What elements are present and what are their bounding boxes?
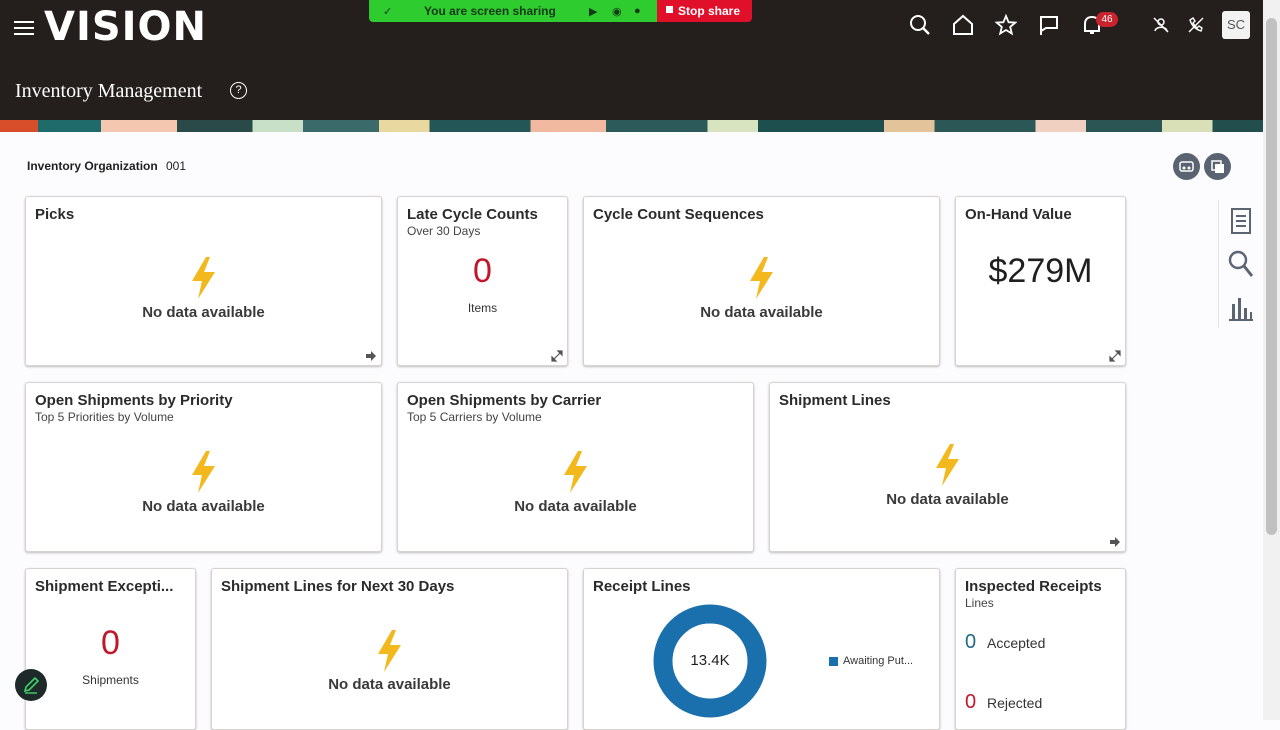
metric-value: 0 xyxy=(101,624,120,662)
accepted-value[interactable]: 0 xyxy=(965,631,976,654)
lightning-icon xyxy=(750,257,773,299)
org-value[interactable]: 001 xyxy=(166,159,186,173)
share-message: You are screen sharing xyxy=(424,4,556,18)
card-title: Open Shipments by Priority xyxy=(35,392,233,409)
screen-share-bar: ✓ You are screen sharing ▶ ◉ ● xyxy=(369,0,657,22)
star-icon[interactable] xyxy=(995,14,1017,36)
no-data-text: No data available xyxy=(886,491,1009,508)
legend-label[interactable]: Awaiting Put... xyxy=(843,655,913,667)
lightning-icon xyxy=(378,630,401,672)
metric-caption: Items xyxy=(467,301,498,315)
late-cycle-counts-card[interactable]: Late Cycle Counts Over 30 Days 0 Items xyxy=(397,196,568,366)
search-panel-icon[interactable] xyxy=(1223,246,1259,282)
card-title: Cycle Count Sequences xyxy=(593,206,764,223)
cycle-count-sequences-card[interactable]: Cycle Count Sequences No data available xyxy=(583,196,940,366)
on-hand-value-card[interactable]: On-Hand Value $279M xyxy=(955,196,1126,366)
shield-icon[interactable]: ● xyxy=(634,5,641,17)
card-subtitle: Lines xyxy=(965,596,994,610)
no-data-text: No data available xyxy=(514,498,637,515)
speaker-icon[interactable]: ▶ xyxy=(589,5,597,18)
card-subtitle: Top 5 Priorities by Volume xyxy=(35,410,174,424)
copy-button[interactable] xyxy=(1204,153,1231,180)
lightning-icon xyxy=(192,257,215,299)
open-shipments-carrier-card[interactable]: Open Shipments by Carrier Top 5 Carriers… xyxy=(397,382,754,552)
metric-caption: Shipments xyxy=(82,673,139,687)
phone-off-icon[interactable] xyxy=(1187,16,1205,34)
menu-icon[interactable] xyxy=(14,18,34,36)
lightning-icon xyxy=(564,451,587,493)
card-title: Receipt Lines xyxy=(593,578,691,595)
no-data-text: No data available xyxy=(700,304,823,321)
expand-icon[interactable] xyxy=(1109,350,1121,362)
share-status-icon: ✓ xyxy=(383,6,393,18)
stop-square-icon xyxy=(666,6,673,13)
card-title: Shipment Lines xyxy=(779,392,891,409)
metric-value: $279M xyxy=(988,252,1093,290)
receipt-lines-card[interactable]: Receipt Lines 13.4K Awaiting Put... xyxy=(583,568,940,730)
open-shipments-priority-card[interactable]: Open Shipments by Priority Top 5 Priorit… xyxy=(25,382,382,552)
rejected-value[interactable]: 0 xyxy=(965,691,976,714)
card-title: On-Hand Value xyxy=(965,206,1072,223)
rejected-label: Rejected xyxy=(987,695,1043,711)
accepted-label: Accepted xyxy=(987,635,1046,651)
home-icon[interactable] xyxy=(952,14,974,36)
no-data-text: No data available xyxy=(142,498,265,515)
refresh-button[interactable] xyxy=(1173,153,1200,180)
help-icon[interactable]: ? xyxy=(230,82,247,99)
arrow-right-icon[interactable] xyxy=(1109,536,1121,548)
card-title: Picks xyxy=(35,206,75,223)
app-logo[interactable]: VISION xyxy=(44,4,207,50)
donut-center-label: 13.4K xyxy=(690,652,730,669)
edit-icon xyxy=(23,676,40,694)
search-icon[interactable] xyxy=(909,14,931,36)
shipment-lines-card[interactable]: Shipment Lines No data available xyxy=(769,382,1126,552)
legend-swatch xyxy=(829,657,838,666)
expand-icon[interactable] xyxy=(551,350,563,362)
org-label: Inventory Organization xyxy=(27,159,158,173)
card-title: Inspected Receipts xyxy=(965,578,1102,595)
shipment-exceptions-card[interactable]: Shipment Excepti... 0 Shipments xyxy=(25,568,196,730)
lightning-icon xyxy=(936,444,959,486)
page-title: Inventory Management xyxy=(15,80,203,102)
page-scrollbar-thumb[interactable] xyxy=(1266,18,1277,535)
no-data-text: No data available xyxy=(142,304,265,321)
card-subtitle: Over 30 Days xyxy=(407,224,481,238)
no-data-text: No data available xyxy=(328,676,451,693)
card-subtitle: Top 5 Carriers by Volume xyxy=(407,410,542,424)
picks-card[interactable]: Picks No data available xyxy=(25,196,382,366)
user-avatar[interactable]: SC xyxy=(1222,11,1250,39)
report-icon[interactable] xyxy=(1223,203,1259,239)
copy-icon xyxy=(1211,160,1224,173)
chart-icon[interactable] xyxy=(1223,290,1259,326)
notification-badge: 46 xyxy=(1096,12,1118,27)
card-title: Late Cycle Counts xyxy=(407,206,538,223)
card-title: Open Shipments by Carrier xyxy=(407,392,602,409)
lightning-icon xyxy=(192,451,215,493)
metric-value: 0 xyxy=(473,252,492,290)
stop-share-label: Stop share xyxy=(678,4,741,18)
arrow-right-icon[interactable] xyxy=(365,350,377,362)
mic-off-icon[interactable] xyxy=(1152,16,1170,34)
card-title: Shipment Excepti... xyxy=(35,578,174,595)
record-icon[interactable]: ◉ xyxy=(612,5,622,18)
edit-button[interactable] xyxy=(15,669,47,701)
flag-icon[interactable] xyxy=(1038,14,1060,36)
refresh-icon xyxy=(1179,161,1194,172)
inspected-receipts-card[interactable]: Inspected Receipts Lines 0 Accepted 0 Re… xyxy=(955,568,1126,730)
shipment-lines-next-30-card[interactable]: Shipment Lines for Next 30 Days No data … xyxy=(211,568,568,730)
stop-share-button[interactable]: Stop share xyxy=(657,0,752,22)
card-title: Shipment Lines for Next 30 Days xyxy=(221,578,455,595)
header-banner xyxy=(0,120,1263,132)
